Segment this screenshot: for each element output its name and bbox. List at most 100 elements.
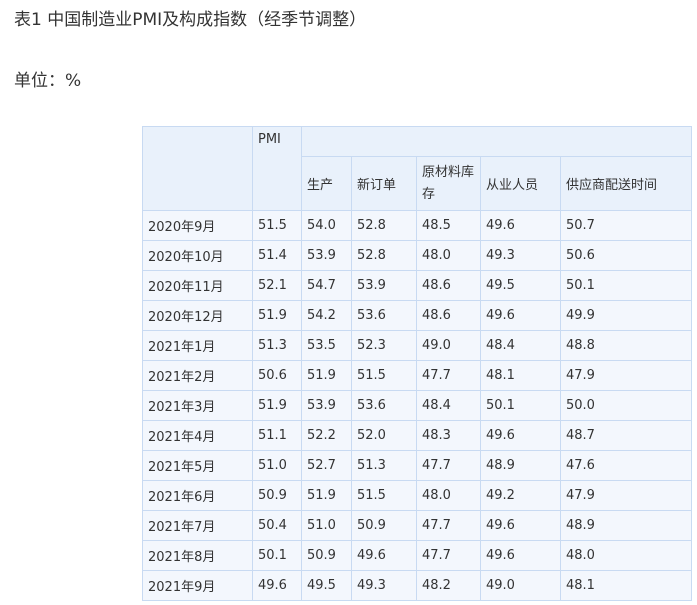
pmi-table: PMI 生产 新订单 原材料库存 从业人员 供应商配送时间 2020年9月 51.…: [142, 126, 693, 601]
raw-inventory-cell: 48.0: [416, 240, 481, 271]
header-employees: 从业人员: [480, 156, 561, 211]
table-row: 2021年7月 50.4 51.0 50.9 47.7 49.6 48.9: [142, 510, 693, 541]
table-row: 2021年2月 50.6 51.9 51.5 47.7 48.1 47.9: [142, 360, 693, 391]
production-cell: 49.5: [301, 570, 352, 601]
table-row: 2021年6月 50.9 51.9 51.5 48.0 49.2 47.9: [142, 480, 693, 511]
production-cell: 53.9: [301, 390, 352, 421]
pmi-cell: 51.1: [252, 420, 302, 451]
table-row: 2021年3月 51.9 53.9 53.6 48.4 50.1 50.0: [142, 390, 693, 421]
raw-inventory-cell: 48.4: [416, 390, 481, 421]
table-row: 2020年9月 51.5 54.0 52.8 48.5 49.6 50.7: [142, 210, 693, 241]
raw-inventory-cell: 48.6: [416, 270, 481, 301]
raw-inventory-cell: 48.3: [416, 420, 481, 451]
pmi-cell: 50.4: [252, 510, 302, 541]
header-group-cell: [300, 126, 693, 157]
raw-inventory-cell: 48.5: [416, 210, 481, 241]
table-row: 2020年11月 52.1 54.7 53.9 48.6 49.5 50.1: [142, 270, 693, 301]
employees-cell: 49.6: [480, 510, 561, 541]
employees-cell: 49.6: [480, 210, 561, 241]
production-cell: 53.5: [301, 330, 352, 361]
new-orders-cell: 51.3: [351, 450, 417, 481]
delivery-time-cell: 49.9: [559, 300, 693, 331]
delivery-time-cell: 47.9: [559, 480, 693, 511]
month-cell: 2020年10月: [142, 240, 253, 271]
month-cell: 2021年2月: [142, 360, 253, 391]
production-cell: 51.9: [301, 360, 352, 391]
new-orders-cell: 51.5: [351, 360, 417, 391]
month-cell: 2021年4月: [142, 420, 253, 451]
delivery-time-cell: 50.6: [559, 240, 693, 271]
delivery-time-cell: 50.1: [559, 270, 693, 301]
header-delivery-time: 供应商配送时间: [559, 156, 693, 211]
table-row: 2021年4月 51.1 52.2 52.0 48.3 49.6 48.7: [142, 420, 693, 451]
raw-inventory-cell: 47.7: [416, 510, 481, 541]
raw-inventory-cell: 47.7: [416, 450, 481, 481]
new-orders-cell: 50.9: [351, 510, 417, 541]
employees-cell: 49.0: [480, 570, 561, 601]
employees-cell: 49.5: [480, 270, 561, 301]
raw-inventory-cell: 47.7: [416, 360, 481, 391]
production-cell: 54.0: [301, 210, 352, 241]
new-orders-cell: 51.5: [351, 480, 417, 511]
pmi-cell: 51.9: [252, 390, 302, 421]
pmi-cell: 49.6: [252, 570, 302, 601]
header-row-top: PMI: [142, 126, 693, 211]
month-cell: 2020年11月: [142, 270, 253, 301]
header-corner-cell: [142, 126, 253, 211]
month-cell: 2021年7月: [142, 510, 253, 541]
production-cell: 54.2: [301, 300, 352, 331]
pmi-cell: 51.4: [252, 240, 302, 271]
new-orders-cell: 52.8: [351, 240, 417, 271]
production-cell: 51.9: [301, 480, 352, 511]
raw-inventory-cell: 48.6: [416, 300, 481, 331]
new-orders-cell: 52.3: [351, 330, 417, 361]
pmi-cell: 51.5: [252, 210, 302, 241]
unit-label: 单位：%: [14, 71, 82, 91]
new-orders-cell: 52.0: [351, 420, 417, 451]
raw-inventory-cell: 47.7: [416, 540, 481, 571]
new-orders-cell: 52.8: [351, 210, 417, 241]
production-cell: 50.9: [301, 540, 352, 571]
table-row: 2021年9月 49.6 49.5 49.3 48.2 49.0 48.1: [142, 570, 693, 601]
header-pmi: PMI: [252, 126, 302, 211]
delivery-time-cell: 48.0: [559, 540, 693, 571]
employees-cell: 49.2: [480, 480, 561, 511]
production-cell: 51.0: [301, 510, 352, 541]
production-cell: 54.7: [301, 270, 352, 301]
table-row: 2021年5月 51.0 52.7 51.3 47.7 48.9 47.6: [142, 450, 693, 481]
employees-cell: 49.6: [480, 420, 561, 451]
employees-cell: 48.4: [480, 330, 561, 361]
employees-cell: 49.6: [480, 540, 561, 571]
month-cell: 2021年6月: [142, 480, 253, 511]
pmi-cell: 50.6: [252, 360, 302, 391]
pmi-cell: 51.0: [252, 450, 302, 481]
month-cell: 2021年9月: [142, 570, 253, 601]
employees-cell: 48.1: [480, 360, 561, 391]
new-orders-cell: 53.6: [351, 390, 417, 421]
delivery-time-cell: 48.1: [559, 570, 693, 601]
table-row: 2021年1月 51.3 53.5 52.3 49.0 48.4 48.8: [142, 330, 693, 361]
delivery-time-cell: 48.9: [559, 510, 693, 541]
delivery-time-cell: 47.6: [559, 450, 693, 481]
month-cell: 2021年3月: [142, 390, 253, 421]
pmi-cell: 51.3: [252, 330, 302, 361]
production-cell: 52.2: [301, 420, 352, 451]
header-production: 生产: [301, 156, 352, 211]
raw-inventory-cell: 49.0: [416, 330, 481, 361]
pmi-table-body: PMI 生产 新订单 原材料库存 从业人员 供应商配送时间 2020年9月 51.…: [142, 126, 693, 601]
employees-cell: 48.9: [480, 450, 561, 481]
month-cell: 2020年12月: [142, 300, 253, 331]
pmi-cell: 51.9: [252, 300, 302, 331]
month-cell: 2021年5月: [142, 450, 253, 481]
production-cell: 52.7: [301, 450, 352, 481]
new-orders-cell: 53.6: [351, 300, 417, 331]
delivery-time-cell: 47.9: [559, 360, 693, 391]
header-raw-inventory: 原材料库存: [416, 156, 481, 211]
month-cell: 2020年9月: [142, 210, 253, 241]
raw-inventory-cell: 48.0: [416, 480, 481, 511]
table-row: 2020年12月 51.9 54.2 53.6 48.6 49.6 49.9: [142, 300, 693, 331]
table-row: 2021年8月 50.1 50.9 49.6 47.7 49.6 48.0: [142, 540, 693, 571]
pmi-cell: 50.1: [252, 540, 302, 571]
month-cell: 2021年1月: [142, 330, 253, 361]
production-cell: 53.9: [301, 240, 352, 271]
